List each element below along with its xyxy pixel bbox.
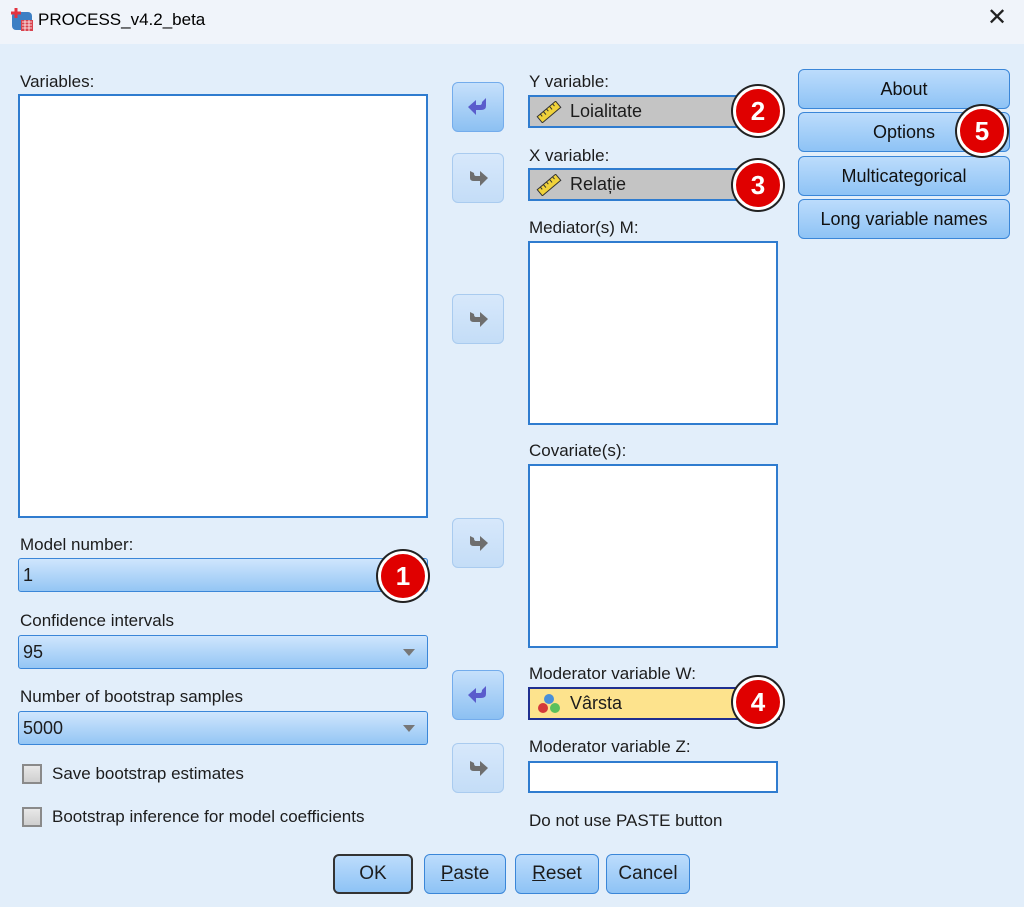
move-mediator-button[interactable]	[452, 294, 504, 344]
confidence-intervals-value: 95	[23, 641, 44, 662]
annotation-badge-5: 5	[957, 106, 1007, 156]
ok-button[interactable]: OK	[333, 854, 413, 894]
scale-ruler-icon	[536, 173, 562, 196]
variables-label: Variables:	[20, 72, 95, 91]
checkbox-box[interactable]	[22, 807, 42, 827]
moderator-w-label: Moderator variable W:	[529, 664, 696, 683]
covariates-label: Covariate(s):	[529, 441, 627, 460]
confidence-intervals-label: Confidence intervals	[20, 611, 175, 630]
reset-label: eset	[545, 863, 582, 884]
variables-list[interactable]	[18, 94, 428, 518]
reset-button[interactable]: Reset	[515, 854, 599, 894]
bootstrap-samples-value: 5000	[23, 717, 64, 738]
paste-button[interactable]: Paste	[424, 854, 506, 894]
moderator-z-field[interactable]	[528, 761, 778, 793]
cancel-button[interactable]: Cancel	[606, 854, 690, 894]
annotation-badge-2: 2	[733, 86, 783, 136]
move-y-button[interactable]	[452, 82, 504, 132]
bootstrap-inference-checkbox[interactable]: Bootstrap inference for model coefficien…	[22, 807, 364, 827]
paste-label: aste	[453, 863, 490, 884]
arrow-right-icon	[470, 761, 488, 776]
model-number-field[interactable]: 1	[18, 558, 428, 592]
paste-note: Do not use PASTE button	[529, 811, 723, 830]
close-icon[interactable]: ✕	[987, 6, 1007, 30]
nominal-icon	[538, 693, 560, 713]
annotation-badge-1: 1	[378, 551, 428, 601]
about-label: About	[880, 78, 928, 99]
model-number-label: Model number:	[20, 535, 134, 554]
title-bar: PROCESS_v4.2_beta ✕	[0, 0, 1024, 44]
cancel-label: Cancel	[618, 863, 678, 884]
arrow-right-icon	[470, 536, 488, 551]
move-covariate-button[interactable]	[452, 518, 504, 568]
y-variable-value: Loialitate	[570, 101, 643, 121]
annotation-badge-4: 4	[733, 677, 783, 727]
bootstrap-samples-dropdown[interactable]: 5000	[18, 711, 428, 745]
long-variable-names-button[interactable]: Long variable names	[798, 199, 1010, 239]
arrow-right-icon	[470, 171, 488, 186]
chevron-down-icon	[403, 649, 415, 656]
move-x-button[interactable]	[452, 153, 504, 203]
multicategorical-button[interactable]: Multicategorical	[798, 156, 1010, 196]
multicategorical-label: Multicategorical	[841, 165, 967, 186]
confidence-intervals-dropdown[interactable]: 95	[18, 635, 428, 669]
arrow-left-icon	[468, 686, 486, 703]
x-variable-value: Relație	[570, 174, 627, 194]
ok-label: OK	[359, 863, 387, 884]
spss-app-icon	[11, 8, 33, 31]
moderator-w-value: Vârsta	[570, 693, 623, 713]
x-variable-label: X variable:	[529, 146, 610, 165]
bootstrap-samples-label: Number of bootstrap samples	[20, 687, 243, 706]
paste-mnemonic: P	[440, 863, 454, 884]
save-bootstrap-checkbox[interactable]: Save bootstrap estimates	[22, 764, 244, 784]
moderator-z-label: Moderator variable Z:	[529, 737, 691, 756]
reset-mnemonic: R	[532, 863, 546, 884]
annotation-badge-3: 3	[733, 160, 783, 210]
move-moderator-w-button[interactable]	[452, 670, 504, 720]
covariates-list[interactable]	[528, 464, 778, 648]
bootstrap-inference-label: Bootstrap inference for model coefficien…	[52, 807, 365, 826]
scale-ruler-icon	[536, 100, 562, 123]
y-variable-label: Y variable:	[529, 72, 610, 91]
checkbox-box[interactable]	[22, 764, 42, 784]
options-label: Options	[872, 121, 936, 142]
about-button[interactable]: About	[798, 69, 1010, 109]
chevron-down-icon	[403, 725, 415, 732]
mediators-list[interactable]	[528, 241, 778, 425]
long-variable-names-label: Long variable names	[820, 208, 988, 229]
arrow-right-icon	[470, 312, 488, 327]
save-bootstrap-label: Save bootstrap estimates	[52, 764, 244, 783]
move-moderator-z-button[interactable]	[452, 743, 504, 793]
window-title: PROCESS_v4.2_beta	[38, 10, 206, 29]
mediators-label: Mediator(s) M:	[529, 218, 639, 237]
arrow-left-icon	[468, 98, 486, 115]
model-number-value: 1	[23, 564, 34, 585]
